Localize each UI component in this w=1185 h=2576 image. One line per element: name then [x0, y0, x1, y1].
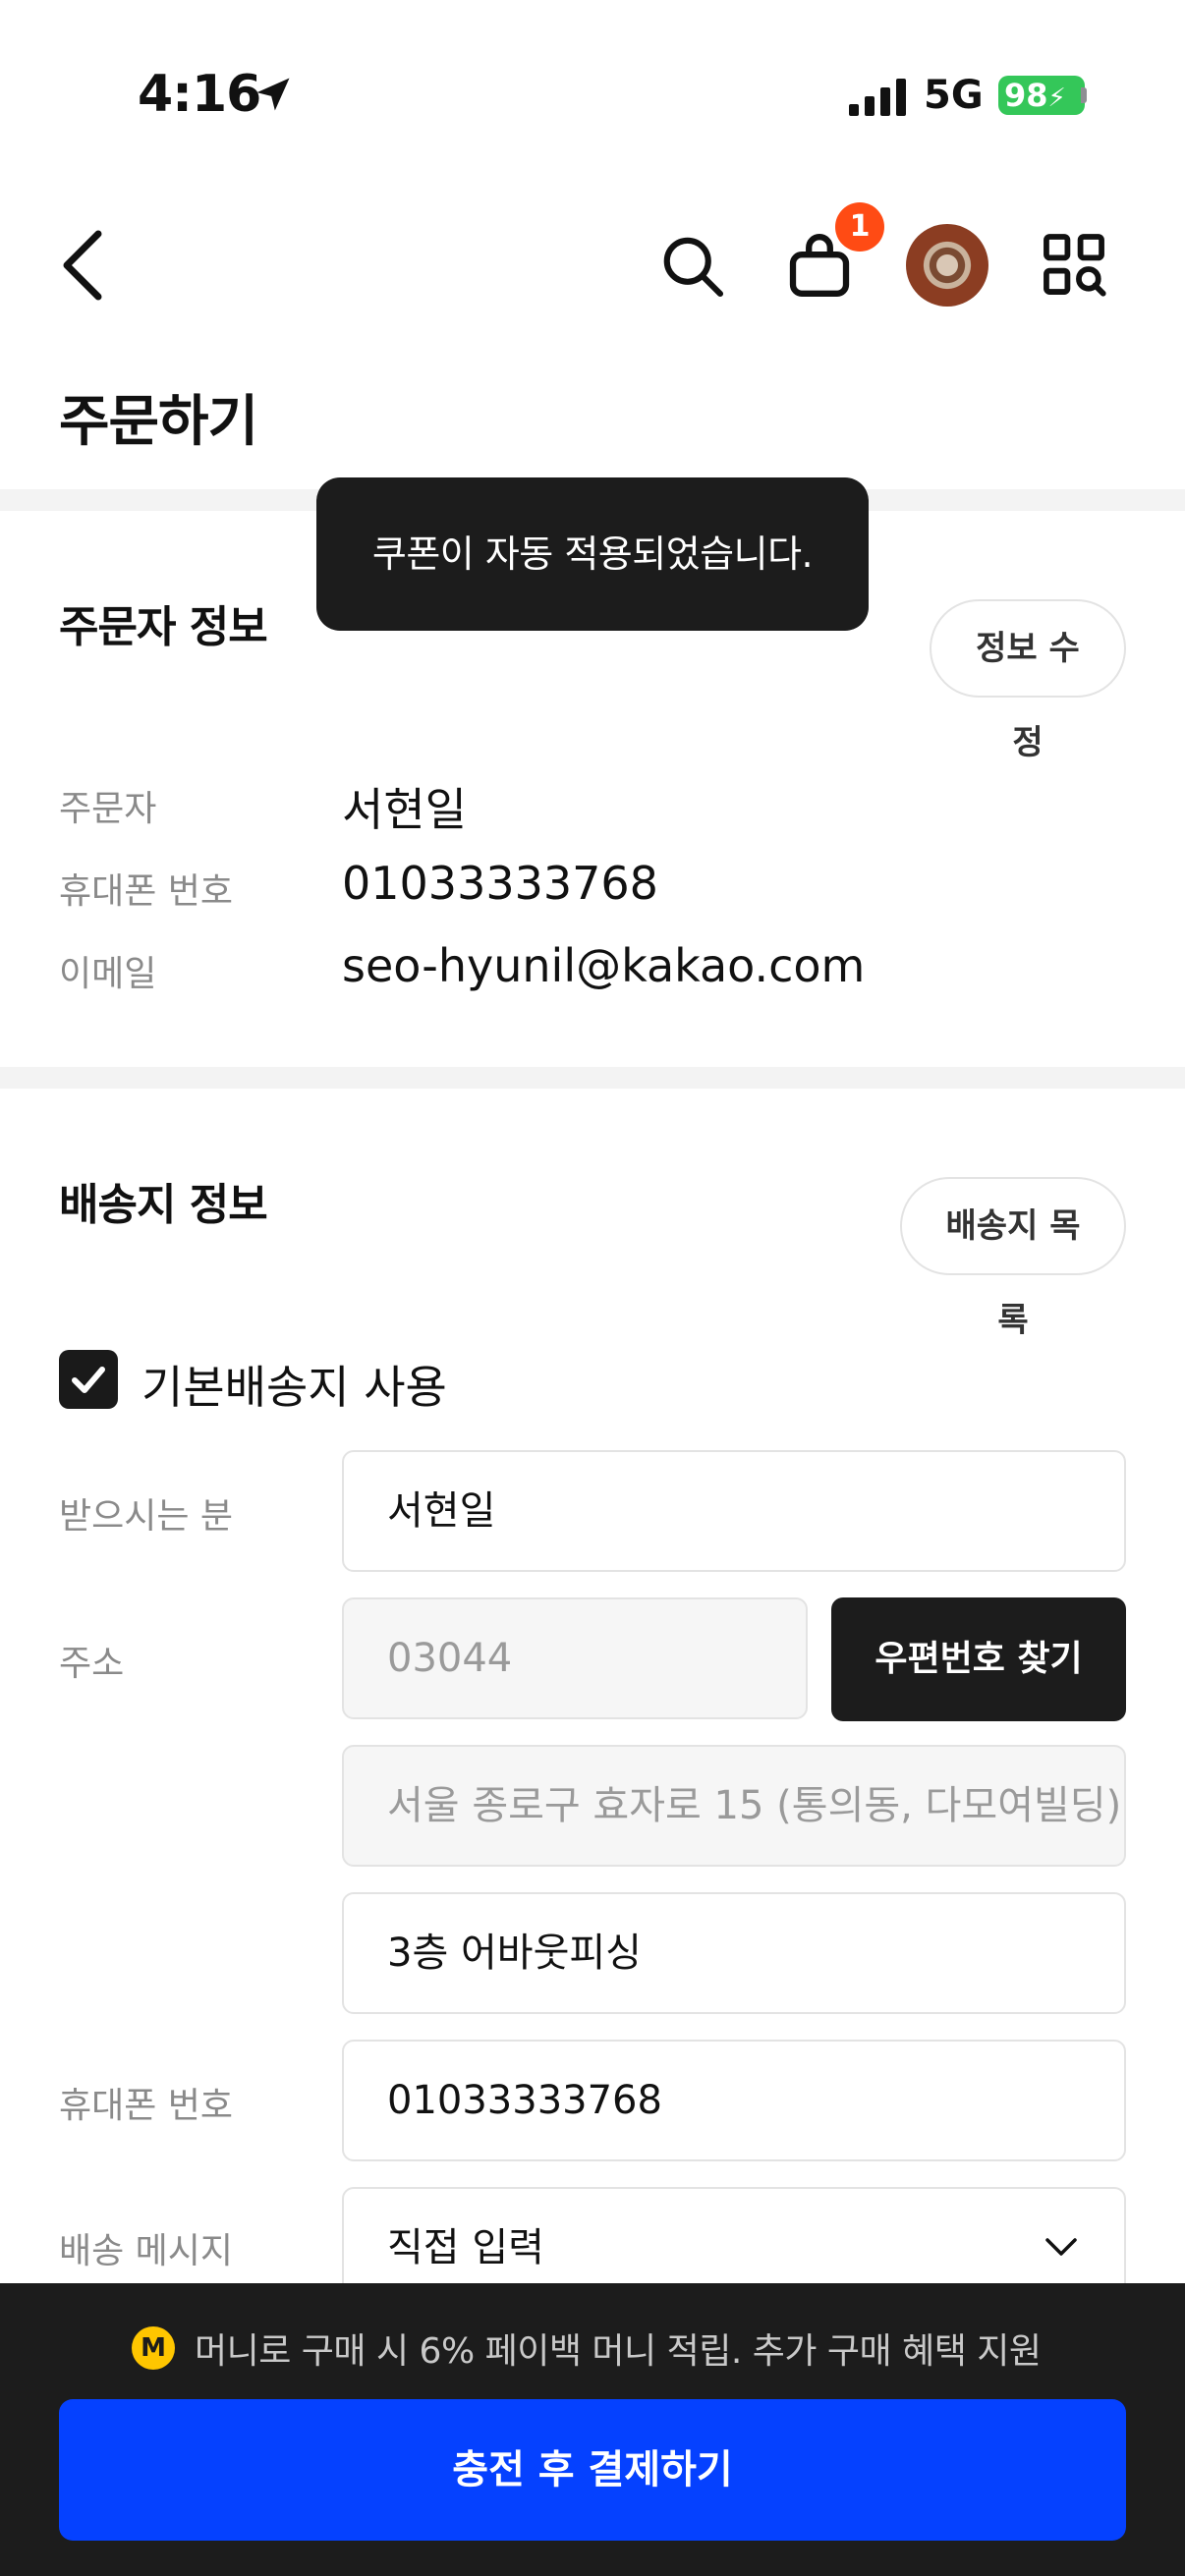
money-coin-icon: M — [132, 2326, 175, 2370]
zipcode-field[interactable]: 03044 — [342, 1597, 808, 1719]
delivery-message-label: 배송 메시지 — [59, 2231, 234, 2271]
default-address-label[interactable]: 기본배송지 사용 — [141, 1352, 447, 1417]
default-address-checkbox[interactable] — [59, 1350, 118, 1409]
status-bar: 4:16 5G 98⚡ — [0, 0, 1185, 187]
battery-charging-icon: 98⚡ — [998, 76, 1085, 115]
signal-icon — [849, 79, 906, 116]
location-arrow-icon — [256, 78, 290, 111]
phone-label: 휴대폰 번호 — [59, 2086, 234, 2126]
address-line2-field[interactable]: 3층 어바웃피싱 — [342, 1892, 1126, 2014]
battery-level: 98 — [1004, 77, 1048, 114]
delivery-message-value: 직접 입력 — [387, 2225, 544, 2270]
network-type: 5G — [924, 73, 984, 118]
shipping-section-title: 배송지 정보 — [59, 1180, 268, 1230]
orderer-value: 서현일 — [342, 783, 467, 836]
chevron-down-icon — [1045, 2238, 1077, 2256]
phone-field[interactable]: 01033333768 — [342, 2040, 1126, 2161]
back-icon[interactable] — [55, 226, 110, 305]
avatar[interactable] — [906, 224, 988, 307]
address-label: 주소 — [59, 1644, 125, 1684]
orderer-section-title: 주문자 정보 — [59, 602, 268, 652]
recipient-field[interactable]: 서현일 — [342, 1450, 1126, 1572]
section-divider — [0, 1067, 1185, 1089]
battery-cap — [1081, 87, 1087, 103]
recipient-label: 받으시는 분 — [59, 1496, 234, 1537]
orderer-email-label: 이메일 — [59, 954, 157, 994]
orderer-phone-label: 휴대폰 번호 — [59, 871, 234, 912]
orderer-email-value: seo-hyunil@kakao.com — [342, 939, 866, 992]
coupon-toast: 쿠폰이 자동 적용되었습니다. — [316, 477, 869, 631]
checkmark-icon — [72, 1367, 105, 1393]
cart-badge: 1 — [835, 202, 884, 252]
find-zipcode-button[interactable]: 우편번호 찾기 — [831, 1597, 1126, 1721]
page-title: 주문하기 — [59, 390, 258, 454]
top-nav: 1 — [0, 196, 1185, 334]
address-line1-field[interactable]: 서울 종로구 효자로 15 (통의동, 다모여빌딩) — [342, 1745, 1126, 1867]
edit-info-button[interactable]: 정보 수정 — [930, 599, 1126, 762]
orderer-phone-value: 01033333768 — [342, 857, 658, 910]
status-time: 4:16 — [138, 65, 261, 124]
bottom-payment-bar: M 머니로 구매 시 6% 페이백 머니 적립. 추가 구매 혜택 지원 충전 … — [0, 2283, 1185, 2576]
bolt-icon: ⚡ — [1047, 84, 1066, 113]
search-icon[interactable] — [658, 232, 727, 301]
orderer-label: 주문자 — [59, 789, 157, 829]
payback-notice: 머니로 구매 시 6% 페이백 머니 적립. 추가 구매 혜택 지원 — [195, 2331, 1042, 2372]
grid-search-icon[interactable] — [1042, 232, 1106, 297]
charge-and-pay-button[interactable]: 충전 후 결제하기 — [59, 2399, 1126, 2541]
address-list-button[interactable]: 배송지 목록 — [900, 1177, 1126, 1340]
